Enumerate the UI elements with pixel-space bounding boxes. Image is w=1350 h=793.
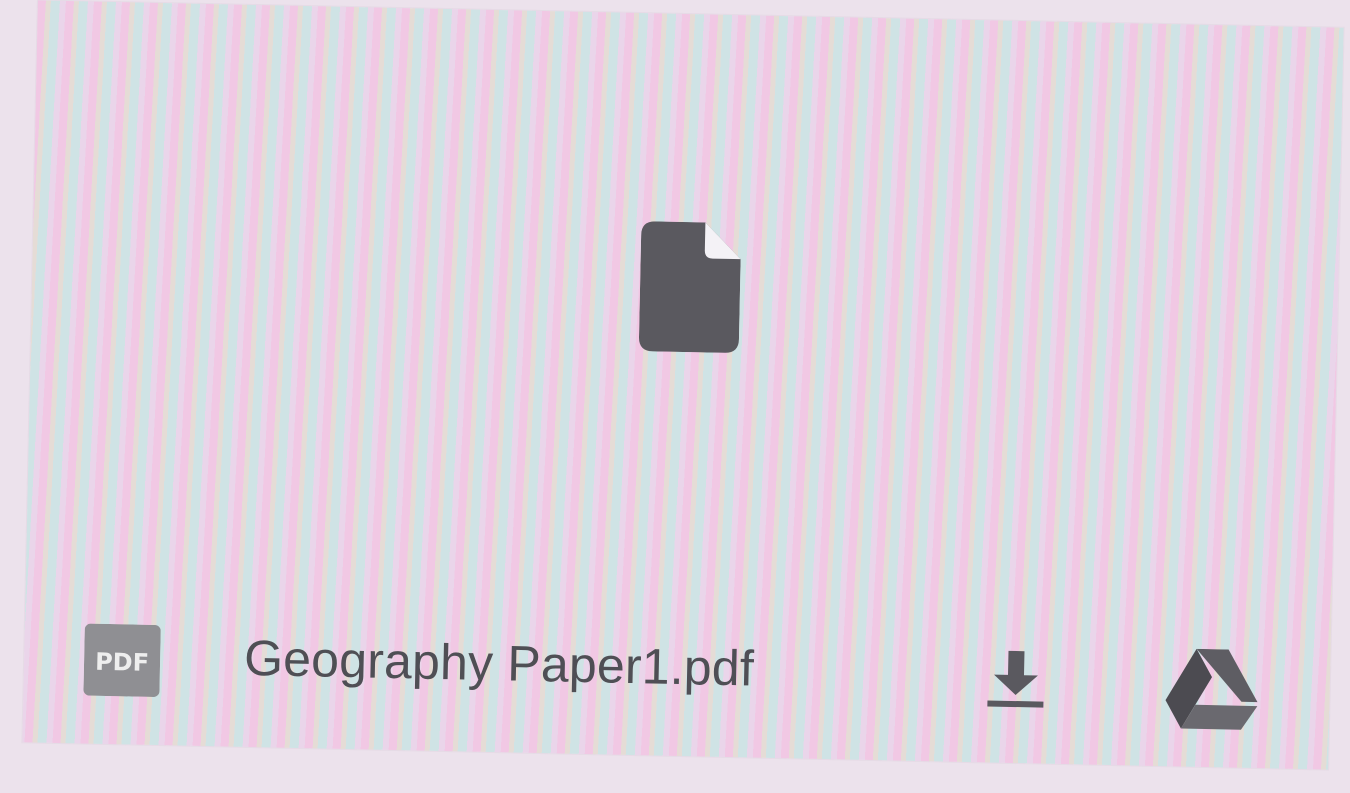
download-button[interactable] [983,648,1048,713]
google-drive-icon [1165,648,1258,730]
document-icon [638,221,741,353]
file-name[interactable]: Geography Paper1.pdf [244,629,755,698]
download-icon [987,650,1044,708]
pdf-file-icon: PDF [83,623,161,697]
page: PDF Geography Paper1.pdf [0,0,1350,793]
file-preview-area[interactable] [27,0,1344,547]
file-info-bar: PDF Geography Paper1.pdf [22,592,1331,769]
pdf-badge-label: PDF [95,648,149,677]
pdf-attachment-card[interactable]: PDF Geography Paper1.pdf [22,0,1344,770]
save-to-drive-button[interactable] [1165,648,1259,732]
